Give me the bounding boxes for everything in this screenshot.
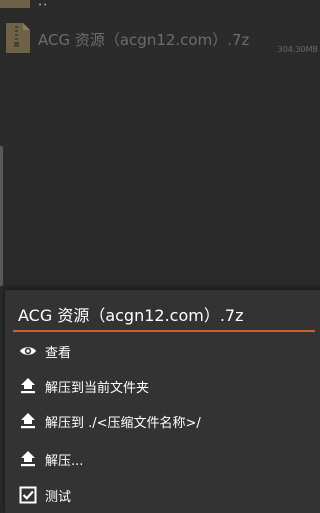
- checkbox-icon: [19, 486, 37, 504]
- file-name: ACG 资源（acgn12.com）.7z: [38, 31, 250, 49]
- upload-icon: [21, 451, 35, 467]
- menu-item-test[interactable]: 测试: [5, 478, 320, 512]
- scroll-edge-handle[interactable]: [0, 146, 3, 286]
- menu-item-extract-to-folder[interactable]: 解压到 ./<压缩文件名称>/: [5, 404, 320, 438]
- menu-item-label: 测试: [45, 490, 72, 505]
- menu-item-label: 解压到 ./<压缩文件名称>/: [45, 416, 201, 431]
- menu-item-extract-here[interactable]: 解压到当前文件夹: [5, 369, 320, 403]
- sheet-title: ACG 资源（acgn12.com）.7z: [18, 306, 244, 325]
- overflow-dots-icon: ••: [38, 1, 49, 9]
- menu-item-label: 解压到当前文件夹: [45, 381, 150, 396]
- menu-item-extract-custom[interactable]: 解压...: [5, 442, 320, 476]
- upload-icon: [21, 378, 35, 394]
- menu-item-label: 查看: [45, 346, 72, 361]
- upload-icon: [21, 413, 35, 429]
- menu-item-view[interactable]: 查看: [5, 334, 320, 368]
- file-list-item[interactable]: ACG 资源（acgn12.com）.7z 304.30MB: [0, 14, 320, 60]
- file-size: 304.30MB: [277, 45, 318, 54]
- action-bottom-sheet: ACG 资源（acgn12.com）.7z 查看 解压到当前文件夹 解压到 ./…: [5, 290, 320, 513]
- top-tab-strip: [0, 0, 30, 8]
- title-divider: [13, 330, 315, 332]
- archive-file-icon: [6, 23, 30, 53]
- eye-icon: [20, 347, 36, 355]
- menu-item-label: 解压...: [45, 454, 84, 469]
